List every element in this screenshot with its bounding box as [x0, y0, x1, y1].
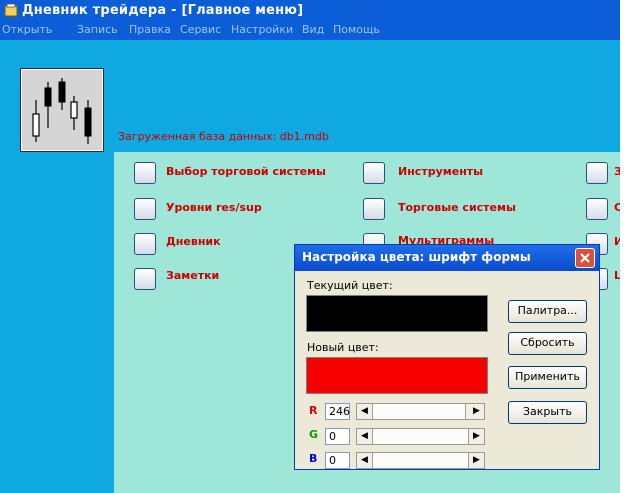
col3-label-2: С [614, 201, 620, 214]
blue-value-field[interactable]: 0 [325, 452, 350, 469]
scroll-right-icon[interactable]: ▶ [469, 429, 484, 444]
menu-item-help[interactable]: Помощь [333, 23, 380, 36]
dialog-title: Настройка цвета: шрифт формы [302, 250, 531, 264]
apply-button[interactable]: Применить [508, 366, 587, 389]
reset-button[interactable]: Сбросить [508, 332, 587, 355]
menu-item-edit[interactable]: Правка [129, 23, 171, 36]
green-slider-thumb[interactable] [372, 429, 469, 444]
scroll-left-icon[interactable]: ◀ [357, 429, 372, 444]
menu-item-service[interactable]: Сервис [180, 23, 221, 36]
window-title: Дневник трейдера - [Главное меню] [22, 3, 304, 18]
title-bar: Дневник трейдера - [Главное меню] [0, 0, 620, 22]
loaded-database-label: Загруженная база данных: db1.mdb [118, 130, 329, 143]
trading-systems-label: Торговые системы [398, 201, 516, 214]
green-value-field[interactable]: 0 [325, 428, 350, 445]
res-sup-levels-label: Уровни res/sup [166, 201, 262, 214]
blue-channel-label: B [309, 452, 318, 465]
new-color-swatch [306, 357, 488, 394]
res-sup-levels-button[interactable] [134, 198, 156, 220]
journal-button[interactable] [134, 233, 156, 255]
instruments-label: Инструменты [398, 165, 484, 178]
col3-label-4: Ц [614, 269, 620, 282]
notes-label: Заметки [166, 269, 220, 282]
green-slider[interactable]: ◀ ▶ [356, 428, 485, 445]
red-value-field[interactable]: 246 [325, 403, 350, 420]
scroll-left-icon[interactable]: ◀ [357, 404, 372, 419]
candlestick-logo [20, 68, 104, 152]
red-slider[interactable]: ◀ ▶ [356, 403, 485, 420]
blue-slider[interactable]: ◀ ▶ [356, 452, 485, 469]
app-icon [4, 3, 18, 17]
menu-item-open[interactable]: Открыть [2, 23, 52, 36]
red-channel-label: R [309, 404, 318, 417]
select-trading-system-label: Выбор торговой системы [166, 165, 326, 178]
blue-slider-thumb[interactable] [372, 453, 469, 468]
col3-label-1: З [614, 165, 620, 178]
color-settings-dialog: Настройка цвета: шрифт формы Текущий цве… [294, 244, 600, 470]
red-slider-thumb[interactable] [372, 404, 466, 419]
col3-button-2[interactable] [586, 198, 608, 220]
current-color-swatch [306, 295, 488, 332]
trading-systems-button[interactable] [363, 198, 385, 220]
close-button[interactable]: Закрыть [508, 401, 587, 424]
journal-label: Дневник [166, 235, 221, 248]
close-icon[interactable] [575, 248, 595, 268]
palette-button[interactable]: Палитра... [508, 300, 587, 323]
notes-button[interactable] [134, 268, 156, 290]
col3-label-3: И [614, 235, 620, 248]
menu-item-view[interactable]: Вид [302, 23, 324, 36]
scroll-right-icon[interactable]: ▶ [469, 453, 484, 468]
instruments-button[interactable] [363, 162, 385, 184]
dialog-title-bar: Настройка цвета: шрифт формы [295, 245, 599, 271]
select-trading-system-button[interactable] [134, 162, 156, 184]
green-channel-label: G [309, 428, 319, 441]
menu-bar: Открыть Запись Правка Сервис Настройки В… [0, 22, 620, 40]
candlestick-chart-icon [32, 78, 92, 144]
menu-item-record[interactable]: Запись [77, 23, 118, 36]
current-color-label: Текущий цвет: [307, 279, 393, 292]
menu-item-settings[interactable]: Настройки [231, 23, 293, 36]
scroll-left-icon[interactable]: ◀ [357, 453, 372, 468]
col3-button-1[interactable] [586, 162, 608, 184]
new-color-label: Новый цвет: [307, 341, 379, 354]
scroll-right-icon[interactable]: ▶ [469, 404, 484, 419]
